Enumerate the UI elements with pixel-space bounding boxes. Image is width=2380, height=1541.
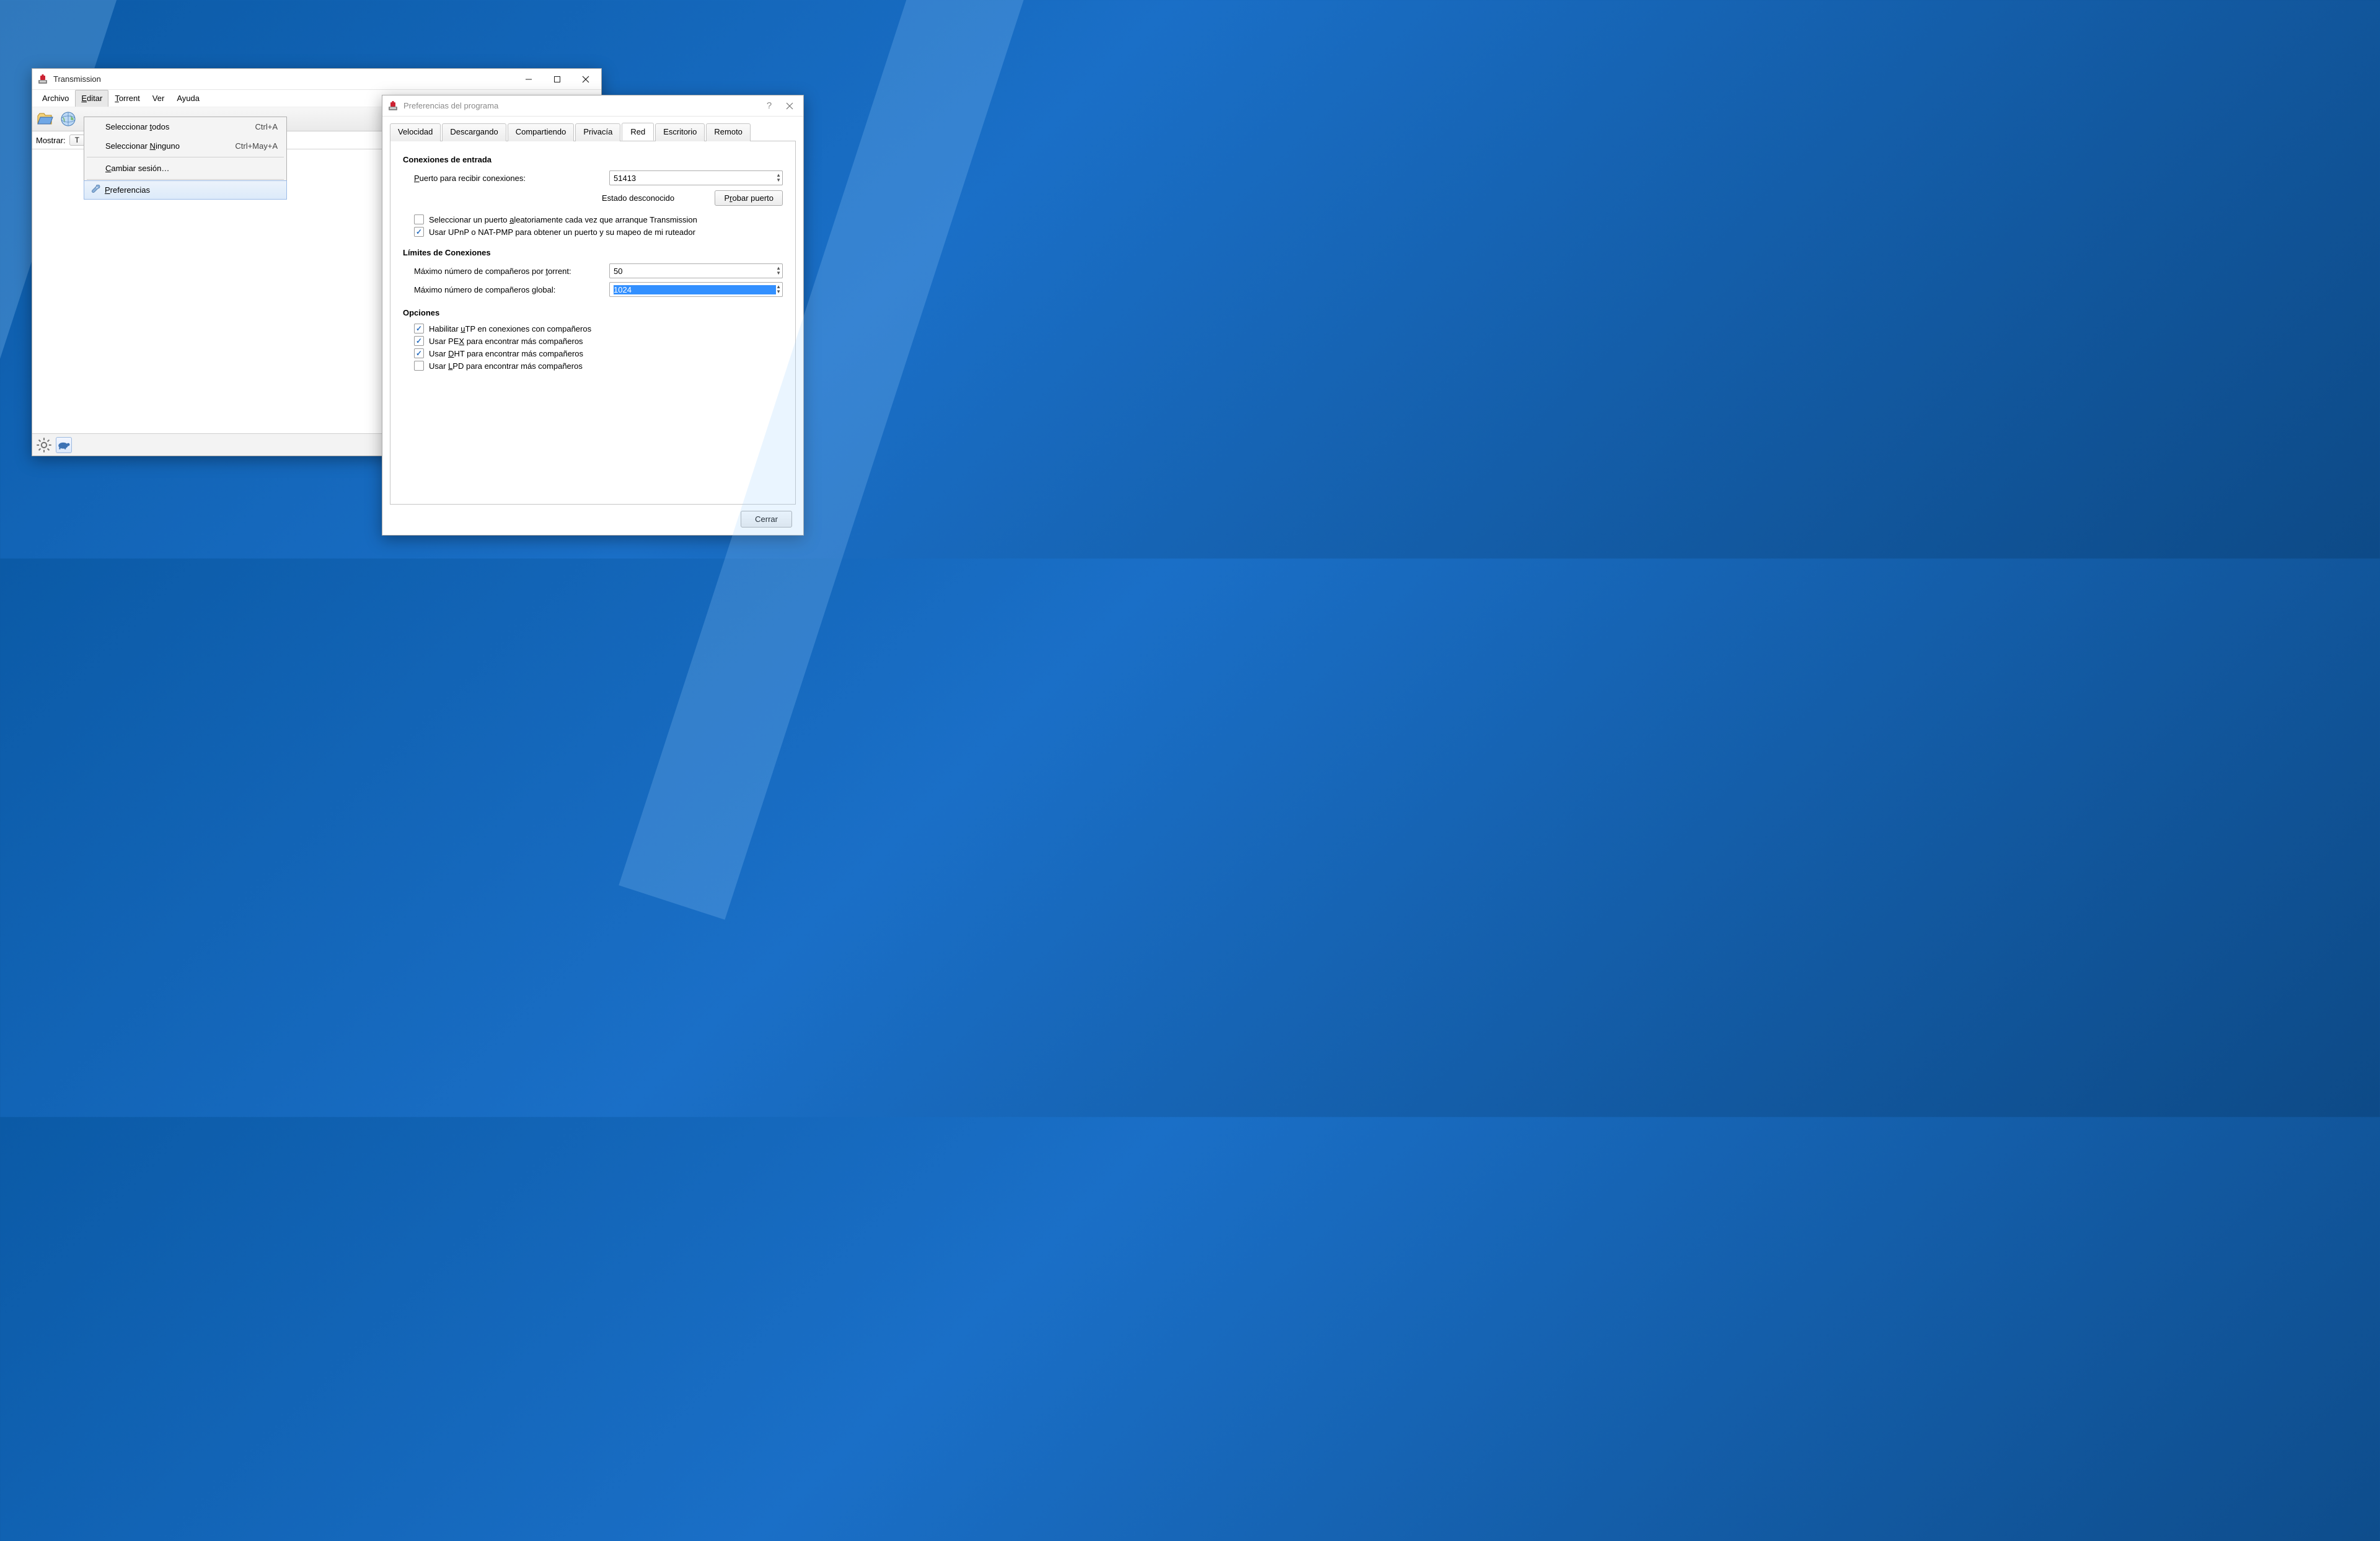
pex-checkbox[interactable]: [414, 336, 424, 346]
shortcut-label: Ctrl+A: [255, 122, 278, 131]
section-limits: Límites de Conexiones: [403, 248, 783, 257]
tab-velocidad[interactable]: Velocidad: [390, 123, 441, 141]
maximize-button[interactable]: [543, 70, 571, 89]
help-button[interactable]: ?: [761, 97, 777, 115]
section-incoming: Conexiones de entrada: [403, 155, 783, 164]
tab-descargando[interactable]: Descargando: [442, 123, 506, 141]
pex-label: Usar PEX para encontrar más compañeros: [429, 337, 583, 346]
close-dialog-button[interactable]: Cerrar: [741, 511, 792, 528]
filter-toggle[interactable]: T: [69, 135, 85, 146]
menu-editar[interactable]: Editar: [75, 90, 108, 107]
turtle-mode-button[interactable]: [56, 437, 72, 453]
menu-torrent[interactable]: Torrent: [108, 90, 146, 107]
test-port-button[interactable]: Probar puerto: [715, 190, 783, 206]
shortcut-label: Ctrl+May+A: [235, 141, 278, 151]
menu-select-none[interactable]: Seleccionar Ninguno Ctrl+May+A: [84, 136, 286, 156]
wrench-icon: [89, 185, 100, 196]
tab-privacia[interactable]: Privacía: [575, 123, 620, 141]
section-options: Opciones: [403, 308, 783, 317]
titlebar[interactable]: Preferencias del programa ?: [382, 95, 803, 117]
per-torrent-label: Máximo número de compañeros por torrent:: [414, 267, 603, 276]
utp-label: Habilitar uTP en conexiones con compañer…: [429, 324, 591, 333]
lpd-checkbox[interactable]: [414, 361, 424, 371]
menu-ver[interactable]: Ver: [146, 90, 171, 107]
spin-arrows[interactable]: ▲▼: [776, 173, 781, 183]
filter-label: Mostrar:: [36, 136, 66, 145]
tab-escritorio[interactable]: Escritorio: [655, 123, 705, 141]
tab-remoto[interactable]: Remoto: [706, 123, 751, 141]
close-button[interactable]: [777, 97, 802, 115]
port-label: Puerto para recibir conexiones:: [414, 174, 603, 183]
close-button[interactable]: [571, 70, 600, 89]
dialog-body: Velocidad Descargando Compartiendo Priva…: [382, 117, 803, 535]
dht-label: Usar DHT para encontrar más compañeros: [429, 349, 583, 358]
open-folder-icon[interactable]: [36, 110, 53, 128]
upnp-label: Usar UPnP o NAT-PMP para obtener un puer…: [429, 227, 695, 237]
lpd-label: Usar LPD para encontrar más compañeros: [429, 361, 583, 371]
tab-content-red: Conexiones de entrada Puerto para recibi…: [390, 141, 796, 505]
tab-red[interactable]: Red: [622, 123, 654, 141]
menu-ayuda[interactable]: Ayuda: [170, 90, 206, 107]
upnp-checkbox[interactable]: [414, 227, 424, 237]
tabs: Velocidad Descargando Compartiendo Priva…: [390, 123, 796, 141]
dialog-title: Preferencias del programa: [403, 101, 761, 110]
dht-checkbox[interactable]: [414, 348, 424, 358]
port-status: Estado desconocido: [602, 193, 715, 203]
global-peers-spinbox[interactable]: ▲▼: [609, 282, 783, 297]
minimize-button[interactable]: [514, 70, 543, 89]
dialog-footer: Cerrar: [390, 505, 796, 528]
menu-editar-dropdown: Seleccionar todos Ctrl+A Seleccionar Nin…: [84, 117, 287, 200]
global-peers-input[interactable]: [614, 285, 776, 294]
spin-arrows[interactable]: ▲▼: [776, 266, 781, 276]
random-port-checkbox[interactable]: [414, 214, 424, 224]
menu-separator: [87, 179, 284, 180]
port-spinbox[interactable]: ▲▼: [609, 170, 783, 185]
per-torrent-input[interactable]: [614, 267, 776, 276]
gear-icon[interactable]: [36, 437, 52, 453]
globe-icon[interactable]: [60, 110, 77, 128]
titlebar[interactable]: Transmission: [32, 69, 601, 90]
menu-select-all[interactable]: Seleccionar todos Ctrl+A: [84, 117, 286, 136]
global-peers-label: Máximo número de compañeros global:: [414, 285, 603, 294]
menu-preferences[interactable]: Preferencias: [84, 180, 287, 200]
utp-checkbox[interactable]: [414, 324, 424, 333]
menu-change-session[interactable]: Cambiar sesión…: [84, 159, 286, 178]
spin-arrows[interactable]: ▲▼: [776, 285, 781, 294]
transmission-icon: [387, 100, 399, 112]
random-port-label: Seleccionar un puerto aleatoriamente cad…: [429, 215, 697, 224]
preferences-dialog: Preferencias del programa ? Velocidad De…: [382, 95, 804, 536]
menu-archivo[interactable]: Archivo: [36, 90, 75, 107]
tab-compartiendo[interactable]: Compartiendo: [508, 123, 575, 141]
port-input[interactable]: [614, 174, 776, 183]
per-torrent-spinbox[interactable]: ▲▼: [609, 263, 783, 278]
window-title: Transmission: [53, 74, 514, 84]
transmission-icon: [37, 74, 48, 85]
